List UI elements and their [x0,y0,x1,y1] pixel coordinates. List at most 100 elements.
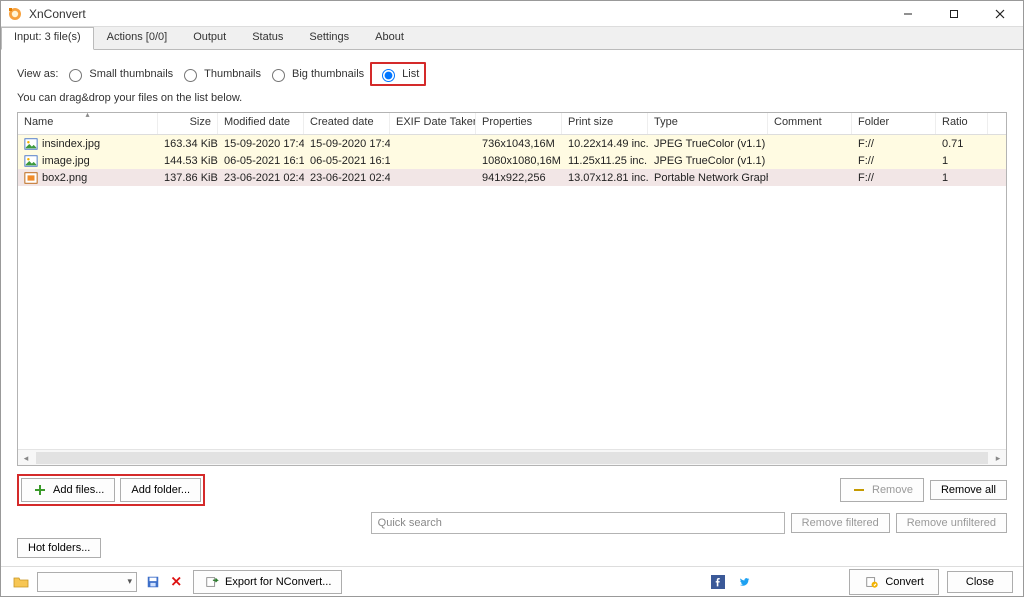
cell-created: 23-06-2021 02:4... [304,172,390,184]
app-window: XnConvert Input: 3 file(s) Actions [0/0]… [0,0,1024,597]
bottom-bar: ▾ Export for NConvert... Conve [1,566,1023,596]
tab-about[interactable]: About [362,27,417,49]
cell-printsize: 13.07x12.81 inc... [562,172,648,184]
cell-type: Portable Network Graphics [648,172,768,184]
tabs-bar: Input: 3 file(s) Actions [0/0] Output St… [1,27,1023,50]
remove-button[interactable]: Remove [840,478,924,502]
close-button[interactable]: Close [947,571,1013,593]
cell-folder: F:// [852,138,936,150]
maximize-button[interactable] [931,1,977,26]
header-ratio[interactable]: Ratio [936,113,988,134]
cell-ratio: 0.71 [936,138,988,150]
view-radio-thumbnails[interactable]: Thumbnails [179,66,261,82]
preset-dropdown[interactable]: ▾ [37,572,137,592]
titlebar: XnConvert [1,1,1023,27]
table-row[interactable]: insindex.jpg163.34 KiB15-09-2020 17:4...… [18,135,1006,152]
add-folder-button[interactable]: Add folder... [120,478,201,502]
quick-search-input[interactable] [371,512,785,534]
cell-modified: 06-05-2021 16:1... [218,155,304,167]
convert-icon [864,574,880,590]
cell-ratio: 1 [936,172,988,184]
header-printsize[interactable]: Print size [562,113,648,134]
header-size[interactable]: Size [158,113,218,134]
close-window-button[interactable] [977,1,1023,26]
twitter-icon[interactable] [736,574,752,590]
view-radio-big-thumbnails[interactable]: Big thumbnails [267,66,364,82]
header-comment[interactable]: Comment [768,113,852,134]
hot-folders-button[interactable]: Hot folders... [17,538,101,558]
scroll-thumb[interactable] [36,452,988,464]
cell-printsize: 11.25x11.25 inc... [562,155,648,167]
tab-input[interactable]: Input: 3 file(s) [1,27,94,50]
header-name[interactable]: ▴ Name [18,113,158,134]
cell-modified: 15-09-2020 17:4... [218,138,304,150]
file-name: box2.png [42,172,87,184]
header-created[interactable]: Created date [304,113,390,134]
minimize-button[interactable] [885,1,931,26]
view-radio-list[interactable]: List [377,66,419,82]
cell-properties: 1080x1080,16M [476,155,562,167]
export-nconvert-button[interactable]: Export for NConvert... [193,570,342,594]
cell-modified: 23-06-2021 02:4... [218,172,304,184]
window-buttons [885,1,1023,26]
view-as-row: View as: Small thumbnails Thumbnails Big… [17,62,1007,86]
file-name: insindex.jpg [42,138,100,150]
view-as-label: View as: [17,68,58,80]
add-files-button[interactable]: Add files... [21,478,115,502]
delete-icon[interactable] [169,574,185,590]
scroll-right-icon[interactable]: ▸ [990,450,1006,466]
hot-folders-row: Hot folders... [17,538,1007,558]
remove-unfiltered-button[interactable]: Remove unfiltered [896,513,1007,533]
facebook-icon[interactable] [710,574,726,590]
folder-open-icon[interactable] [13,574,29,590]
header-exif[interactable]: EXIF Date Taken [390,113,476,134]
convert-button[interactable]: Convert [849,569,939,595]
header-properties[interactable]: Properties [476,113,562,134]
file-icon [24,171,38,185]
remove-all-button[interactable]: Remove all [930,480,1007,500]
scroll-left-icon[interactable]: ◂ [18,450,34,466]
header-modified[interactable]: Modified date [218,113,304,134]
tab-actions[interactable]: Actions [0/0] [94,27,181,49]
cell-type: JPEG TrueColor (v1.1) [648,155,768,167]
file-list-rows[interactable]: insindex.jpg163.34 KiB15-09-2020 17:4...… [18,135,1006,449]
cell-size: 144.53 KiB [158,155,218,167]
add-remove-row: Add files... Add folder... Remove Remove… [17,474,1007,506]
chevron-down-icon: ▾ [127,576,132,587]
file-name: image.jpg [42,155,90,167]
header-folder[interactable]: Folder [852,113,936,134]
highlighted-add-buttons: Add files... Add folder... [17,474,205,506]
tab-body: View as: Small thumbnails Thumbnails Big… [1,50,1023,566]
cell-ratio: 1 [936,155,988,167]
header-type[interactable]: Type [648,113,768,134]
cell-properties: 941x922,256 [476,172,562,184]
app-icon [7,6,23,22]
tab-status[interactable]: Status [239,27,296,49]
plus-icon [32,482,48,498]
tab-output[interactable]: Output [180,27,239,49]
cell-folder: F:// [852,155,936,167]
export-icon [204,574,220,590]
save-icon[interactable] [145,574,161,590]
tab-settings[interactable]: Settings [296,27,362,49]
table-row[interactable]: image.jpg144.53 KiB06-05-2021 16:1...06-… [18,152,1006,169]
minus-icon [851,482,867,498]
table-row[interactable]: box2.png137.86 KiB23-06-2021 02:4...23-0… [18,169,1006,186]
view-radio-small-thumbnails[interactable]: Small thumbnails [64,66,173,82]
file-list-header: ▴ Name Size Modified date Created date E… [18,113,1006,135]
remove-filtered-button[interactable]: Remove filtered [791,513,890,533]
cell-size: 137.86 KiB [158,172,218,184]
cell-size: 163.34 KiB [158,138,218,150]
cell-printsize: 10.22x14.49 inc... [562,138,648,150]
file-icon [24,154,38,168]
file-list: ▴ Name Size Modified date Created date E… [17,112,1007,466]
search-row: Remove filtered Remove unfiltered [17,512,1007,534]
file-icon [24,137,38,151]
cell-type: JPEG TrueColor (v1.1) [648,138,768,150]
cell-properties: 736x1043,16M [476,138,562,150]
social-icons [350,574,752,590]
cell-created: 15-09-2020 17:4... [304,138,390,150]
horizontal-scrollbar[interactable]: ◂ ▸ [18,449,1006,465]
window-title: XnConvert [29,7,885,21]
sort-asc-icon: ▴ [85,113,89,119]
